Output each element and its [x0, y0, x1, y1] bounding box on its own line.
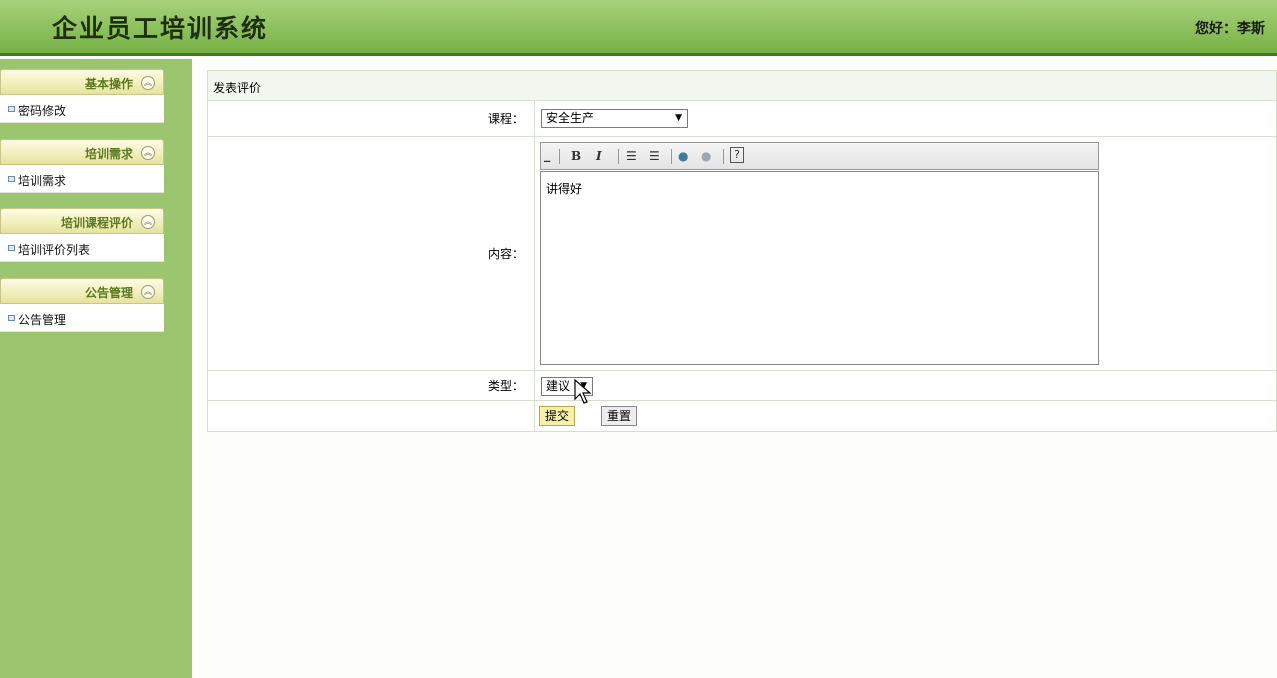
menu-header-label: 培训需求	[84, 147, 133, 161]
dropdown-arrow-icon: ▼	[675, 113, 682, 123]
menu-header-basic-ops[interactable]: 基本操作 ︽	[0, 69, 164, 95]
actions-row: 提交 重置	[208, 401, 1276, 431]
ordered-list-icon[interactable]: ☰	[626, 149, 637, 163]
menu-header-training-needs[interactable]: 培训需求 ︽	[0, 139, 164, 165]
bold-icon[interactable]: B	[571, 149, 581, 163]
bullet-icon	[8, 315, 15, 321]
content-editor[interactable]: 讲得好	[540, 171, 1099, 365]
content-field-cell: ▁ B I ☰ ☰ ● ● ? 讲得好	[535, 137, 1276, 370]
form-caption-text: 发表评价	[213, 81, 262, 95]
actions-field-cell: 提交 重置	[535, 401, 1276, 431]
toolbar-separator	[671, 149, 672, 164]
app-header: 企业员工培训系统 您好：李斯	[0, 0, 1277, 56]
collapse-icon[interactable]: ︽	[141, 146, 155, 160]
sidebar-item-label: 培训评价列表	[18, 243, 91, 257]
sidebar-item-training-needs[interactable]: 培训需求	[0, 165, 164, 193]
user-greeting: 您好：李斯	[1195, 21, 1265, 37]
help-icon[interactable]: ?	[730, 147, 744, 163]
menu-basic-ops: 基本操作 ︽ 密码修改	[0, 69, 164, 123]
sidebar-item-password[interactable]: 密码修改	[0, 95, 164, 123]
course-field-cell: 安全生产 ▼	[535, 101, 1276, 136]
actions-label	[208, 401, 535, 431]
bullet-icon	[8, 106, 15, 112]
unlink-icon[interactable]: ●	[701, 149, 711, 163]
insert-link-icon[interactable]: ●	[678, 149, 688, 163]
menu-header-label: 基本操作	[84, 77, 133, 91]
toolbar-collapse-icon[interactable]: ▁	[544, 153, 550, 162]
menu-header-course-evaluation[interactable]: 培训课程评价 ︽	[0, 208, 164, 234]
reset-button[interactable]: 重置	[601, 406, 638, 426]
course-row: 课程： 安全生产 ▼	[208, 101, 1276, 137]
italic-icon[interactable]: I	[596, 149, 602, 163]
menu-header-label: 公告管理	[84, 286, 133, 300]
form-caption: 发表评价	[208, 71, 1276, 101]
type-row: 类型： 建议 ▼	[208, 371, 1276, 401]
menu-course-evaluation: 培训课程评价 ︽ 培训评价列表	[0, 208, 164, 262]
mouse-cursor-icon	[574, 379, 592, 404]
bullet-icon	[8, 176, 15, 182]
submit-button[interactable]: 提交	[539, 406, 576, 426]
type-field-cell: 建议 ▼	[535, 371, 1276, 400]
toolbar-separator	[618, 149, 619, 164]
menu-announcements: 公告管理 ︽ 公告管理	[0, 278, 164, 332]
type-label: 类型：	[208, 371, 535, 400]
course-select[interactable]: 安全生产 ▼	[541, 109, 688, 128]
collapse-icon[interactable]: ︽	[141, 76, 155, 90]
sidebar-item-label: 培训需求	[18, 174, 67, 188]
sidebar: 基本操作 ︽ 密码修改 培训需求 ︽ 培训需求 培训课程评价 ︽ 培训评价列表 …	[0, 59, 192, 678]
sidebar-item-evaluation-list[interactable]: 培训评价列表	[0, 234, 164, 262]
sidebar-item-label: 公告管理	[18, 313, 67, 327]
sidebar-item-announcements[interactable]: 公告管理	[0, 304, 164, 332]
toolbar-separator	[559, 149, 560, 164]
content-row: 内容： ▁ B I ☰ ☰ ● ● ? 讲得好	[208, 137, 1276, 371]
sidebar-item-label: 密码修改	[18, 104, 67, 118]
evaluation-form: 发表评价 课程： 安全生产 ▼ 内容： ▁ B I ☰ ☰ ● ● ? 讲得好 …	[207, 70, 1277, 432]
toolbar-separator	[723, 149, 724, 164]
menu-training-needs: 培训需求 ︽ 培训需求	[0, 139, 164, 193]
menu-header-announcements[interactable]: 公告管理 ︽	[0, 278, 164, 304]
unordered-list-icon[interactable]: ☰	[649, 149, 660, 163]
type-select-value: 建议	[546, 379, 571, 393]
collapse-icon[interactable]: ︽	[141, 215, 155, 229]
bullet-icon	[8, 245, 15, 251]
menu-header-label: 培训课程评价	[60, 216, 133, 230]
editor-toolbar: ▁ B I ☰ ☰ ● ● ?	[540, 142, 1099, 170]
course-select-value: 安全生产	[546, 111, 595, 125]
collapse-icon[interactable]: ︽	[141, 285, 155, 299]
app-title: 企业员工培训系统	[52, 14, 269, 43]
course-label: 课程：	[208, 101, 535, 136]
content-label: 内容：	[208, 137, 535, 370]
